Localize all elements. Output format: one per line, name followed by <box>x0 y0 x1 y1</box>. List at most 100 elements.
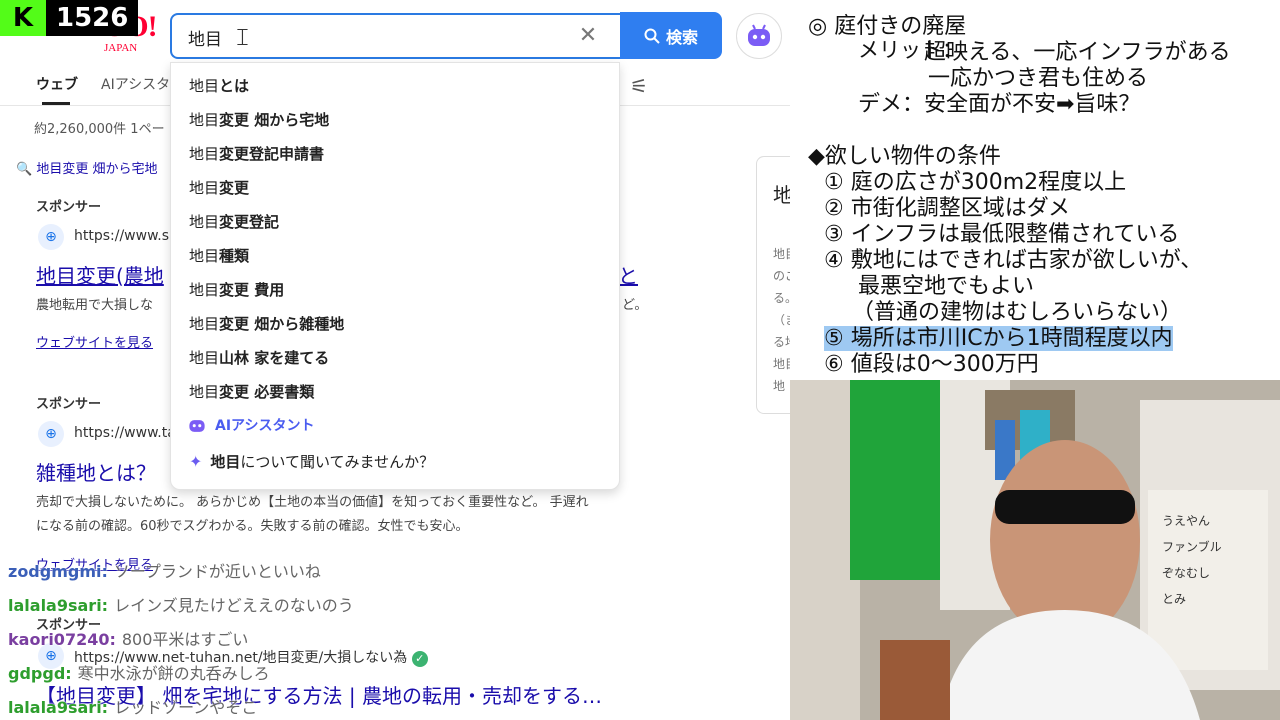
suggestion-rest: 山林 家を建てる <box>219 348 330 367</box>
suggestion-rest: とは <box>219 76 250 95</box>
suggestion-item[interactable]: 地目 変更 畑から宅地 <box>189 107 329 131</box>
ad-url[interactable]: https://www.tai <box>74 425 180 441</box>
suggestion-prefix: 地目 <box>189 76 220 95</box>
chip-label: うえやん <box>1162 514 1211 528</box>
suggestion-rest: 変更 必要書類 <box>219 382 315 401</box>
sparkle-icon: ✦ <box>189 452 203 471</box>
suggestion-item[interactable]: 地目 山林 家を建てる <box>189 345 329 369</box>
ad-title[interactable]: 雑種地とは？ <box>36 457 156 486</box>
chat-username: lalala9sari: <box>8 596 109 615</box>
ad-description-line1: 売却で大損しないために。 あらかじめ【土地の本当の価値】を知っておく重要性など。… <box>36 495 589 510</box>
tab-ai-assistant[interactable]: AIアシスタ <box>101 74 170 94</box>
robot-icon <box>748 24 770 46</box>
ad-title-tail[interactable]: と <box>618 260 638 289</box>
knowledge-panel-title: 地 <box>773 183 790 207</box>
suggestion-rest: 変更登記 <box>219 212 280 231</box>
suggestion-item[interactable]: 地目 変更 必要書類 <box>189 379 314 403</box>
chat-username: gdpgd: <box>8 664 72 683</box>
suggestion-rest: 変更登記申請書 <box>219 144 325 163</box>
notes-overlay: ◎ 庭付きの廃屋 メリット： 超映える、一応インフラがある 一応かつき君も住める… <box>790 0 1280 380</box>
visit-website-link[interactable]: ウェブサイトを見る <box>36 332 153 351</box>
chat-message: gdpgd: 寒中水泳が餅の丸呑みしろ <box>8 660 270 684</box>
globe-icon: ⊕ <box>38 421 64 447</box>
suggestion-prefix: 地目 <box>189 144 220 163</box>
tab-web[interactable]: ウェブ <box>36 74 78 94</box>
verified-check-icon: ✓ <box>411 651 428 667</box>
related-search-text: 地目変更 畑から宅地 <box>36 162 158 177</box>
chat-username: lalala9sari: <box>8 698 109 717</box>
chat-message: kaori07240: 800平米はすごい <box>8 626 248 650</box>
ai-assistant-label: AIアシスタント <box>215 418 315 434</box>
search-button[interactable]: 検索 <box>620 12 722 59</box>
suggestion-prefix: 地目 <box>189 348 220 367</box>
logo-sub: JAPAN <box>104 42 138 54</box>
robot-icon <box>189 420 205 432</box>
panel-line: （ま <box>773 313 790 327</box>
suggestion-item[interactable]: 地目 種類 <box>189 243 249 267</box>
suggestion-rest: 変更 費用 <box>219 280 285 299</box>
viewer-count-badge: K 1526 <box>0 0 139 36</box>
ai-assistant-header[interactable]: AIアシスタント <box>187 415 314 435</box>
search-button-label: 検索 <box>665 27 698 47</box>
chat-message: zodgmgmi: ソープランドが近いといいね <box>8 558 321 582</box>
active-tab-indicator <box>42 102 70 105</box>
filter-settings-icon[interactable]: ⚟ <box>630 74 648 98</box>
suggestion-prefix: 地目 <box>189 280 220 299</box>
suggestion-rest: 種類 <box>219 246 250 265</box>
suggestion-prefix: 地目 <box>189 110 220 129</box>
search-icon <box>644 28 660 44</box>
clear-icon[interactable]: ✕ <box>574 21 602 49</box>
ask-ai-suggestion[interactable]: ✦ 地目について聞いてみませんか？ <box>189 451 434 472</box>
ad-url[interactable]: https://www.sit <box>74 228 178 244</box>
suggestion-item[interactable]: 地目 変更 費用 <box>189 277 284 301</box>
knowledge-panel-text: 地目 のご る。 （ま る地 地目 地 <box>773 243 790 397</box>
ask-keyword: 地目 <box>210 453 241 471</box>
suggestion-item[interactable]: 地目 変更 畑から雑種地 <box>189 311 344 335</box>
text-cursor-icon: 𝙸 <box>234 23 251 51</box>
condition-item: ⑥ 値段は0〜300万円 <box>824 352 1039 377</box>
globe-icon: ⊕ <box>38 224 64 250</box>
suggestion-item[interactable]: 地目 変更 <box>189 175 249 199</box>
demerit-line: デメ：安全面が不安➡旨味？ <box>858 92 1141 117</box>
panel-line: る。 <box>773 291 790 305</box>
viewer-count: 1526 <box>56 3 129 33</box>
chat-text: ソープランドが近いといいね <box>113 562 321 581</box>
suggestion-prefix: 地目 <box>189 314 220 333</box>
suggestion-prefix: 地目 <box>189 212 220 231</box>
ask-text: について聞いてみませんか？ <box>240 453 435 471</box>
chip-label: とみ <box>1162 592 1187 606</box>
panel-line: る地 <box>773 335 790 349</box>
ad-title[interactable]: 地目変更(農地 <box>36 260 164 289</box>
knowledge-panel: 地 地目 のご る。 （ま る地 地目 地 <box>756 156 790 414</box>
related-search-link[interactable]: 🔍 地目変更 畑から宅地 <box>16 158 157 177</box>
chat-username: zodgmgmi: <box>8 562 108 581</box>
panel-line: 地 <box>773 379 786 393</box>
suggestion-item[interactable]: 地目 変更登記 <box>189 209 279 233</box>
chat-message: lalala9sari: レインズ見たけどええのないのう <box>8 592 354 616</box>
ai-assistant-button[interactable] <box>736 13 782 59</box>
autocomplete-dropdown: 地目 とは 地目 変更 畑から宅地 地目 変更登記申請書 地目 変更 地目 変更登記 地目… <box>170 62 620 490</box>
suggestion-rest: 変更 畑から宅地 <box>219 110 330 129</box>
panel-line: 地目 <box>773 357 790 371</box>
suggestion-prefix: 地目 <box>189 178 220 197</box>
panel-line: のご <box>773 269 790 283</box>
suggestion-prefix: 地目 <box>189 246 220 265</box>
suggestion-item[interactable]: 地目 変更登記申請書 <box>189 141 324 165</box>
browser-window: YAHOO! JAPAN 𝙸 ✕ 検索 ウェブ AIアシスタ ⚟ 約2,260,… <box>0 0 790 720</box>
search-box[interactable]: 𝙸 ✕ <box>170 13 620 59</box>
chip-label: ぞなむし <box>1162 566 1211 580</box>
result-count: 約2,260,000件 1ペー <box>34 122 165 137</box>
webcam-feed: うえやん ファンブル ぞなむし とみ <box>790 380 1280 720</box>
suggestion-rest: 変更 <box>219 178 250 197</box>
chat-text: レッドゾーンやそこ <box>114 698 258 717</box>
panel-line: 地目 <box>773 247 790 261</box>
search-icon: 🔍 <box>16 162 33 177</box>
suggestion-item[interactable]: 地目 とは <box>189 73 249 97</box>
suggestion-prefix: 地目 <box>189 382 220 401</box>
sponsor-label: スポンサー <box>36 397 102 412</box>
suggestion-rest: 変更 畑から雑種地 <box>219 314 345 333</box>
sponsor-label: スポンサー <box>36 200 102 215</box>
panel-chip-list: うえやん ファンブル ぞなむし とみ <box>1162 508 1222 612</box>
chat-message: lalala9sari: レッドゾーンやそこ <box>8 694 257 718</box>
kick-logo-icon: K <box>0 0 46 36</box>
